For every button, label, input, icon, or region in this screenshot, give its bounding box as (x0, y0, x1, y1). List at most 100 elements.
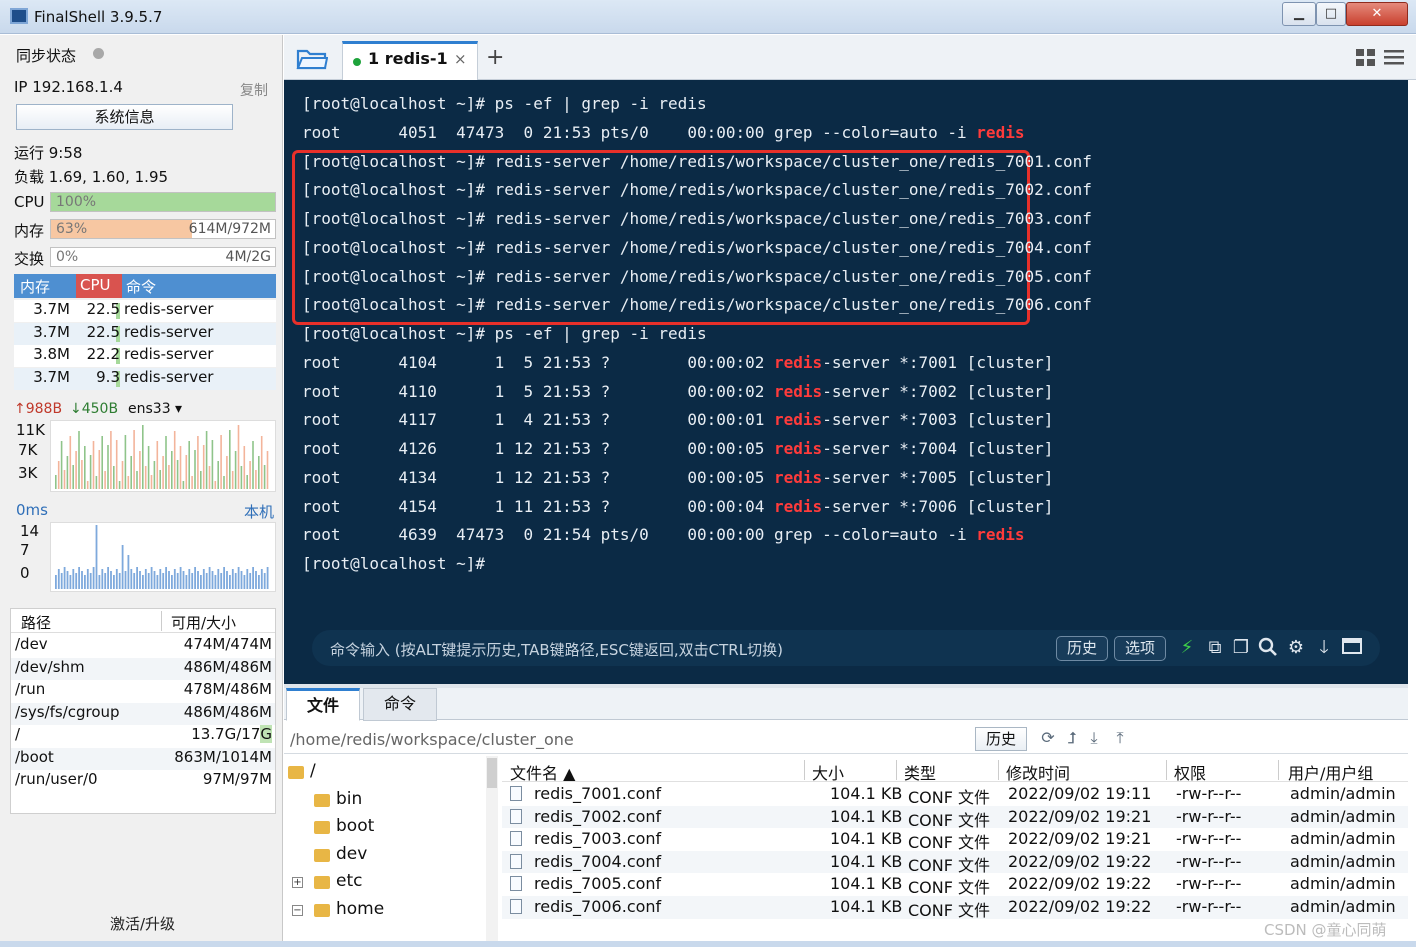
process-col-cmd[interactable]: 命令 (126, 276, 156, 297)
search-icon[interactable] (1257, 637, 1279, 659)
copy-icon[interactable]: ❐ (1230, 637, 1252, 659)
network-bar (243, 446, 246, 489)
file-row[interactable]: redis_7002.conf 104.1 KB CONF 文件 2022/09/02… (502, 805, 1408, 830)
add-tab-icon[interactable]: + (486, 45, 504, 70)
process-row[interactable]: 3.8M 22.2 redis-server (14, 345, 276, 367)
tab-close-icon[interactable]: × (454, 50, 467, 68)
disk-row[interactable]: /dev/shm 486M/486M (11, 657, 275, 680)
minimize-button[interactable]: ▁ (1282, 2, 1316, 26)
maximize-button[interactable]: □ (1316, 2, 1346, 26)
tree-node[interactable]: / (310, 761, 316, 781)
network-bar (60, 441, 63, 489)
network-bar (75, 451, 77, 489)
tree-node[interactable]: boot (336, 816, 374, 836)
terminal[interactable]: [root@localhost ~]# ps -ef | grep -i red… (284, 80, 1408, 684)
ping-bar (243, 575, 246, 589)
net-interface-select[interactable]: ens33 ▾ (128, 401, 182, 417)
process-row[interactable]: 3.7M 9.3 redis-server (14, 367, 276, 390)
tree-scrollbar-thumb[interactable] (487, 758, 497, 788)
col-permissions[interactable]: 权限 (1174, 760, 1206, 784)
disk-path: /sys/fs/cgroup (15, 702, 120, 721)
path-history-button[interactable]: 历史 (975, 727, 1027, 751)
download-arrow-icon[interactable]: 🡓 (1313, 637, 1335, 659)
terminal-text: [root@localhost ~]# redis-server /home/r… (302, 180, 1092, 200)
disk-row[interactable]: /sys/fs/cgroup 486M/486M (11, 702, 275, 725)
disk-row[interactable]: /boot 863M/1014M (11, 747, 275, 770)
tree-node[interactable]: home (336, 899, 384, 919)
process-command: redis-server (124, 345, 214, 363)
tree-node[interactable]: etc (336, 871, 362, 891)
tab-label[interactable]: 1 redis-1 (368, 49, 448, 68)
options-button[interactable]: 选项 (1114, 636, 1166, 661)
col-owner[interactable]: 用户/用户组 (1288, 760, 1373, 784)
disk-col-path[interactable]: 路径 (21, 612, 51, 633)
process-col-mem[interactable]: 内存 (20, 276, 50, 297)
file-row[interactable]: redis_7006.conf 104.1 KB CONF 文件 2022/09/02… (502, 896, 1408, 920)
process-col-cpu[interactable]: CPU (76, 274, 122, 298)
process-row[interactable]: 3.7M 22.5 redis-server (14, 300, 276, 322)
col-filename[interactable]: 文件名 ▲ (510, 760, 575, 784)
disk-col-size[interactable]: 可用/大小 (171, 612, 236, 633)
ping-bar (263, 573, 266, 589)
terminal-line: [root@localhost ~]# redis-server /home/r… (302, 234, 1092, 262)
file-row[interactable]: redis_7005.conf 104.1 KB CONF 文件 2022/09/02… (502, 873, 1408, 897)
download-icon[interactable]: ⤓ (1084, 728, 1104, 748)
network-bar (115, 440, 118, 489)
window-icon[interactable] (1341, 637, 1363, 659)
file-owner: admin/admin (1290, 851, 1396, 871)
col-modified[interactable]: 修改时间 (1006, 760, 1070, 784)
refresh-icon[interactable]: ⟳ (1038, 728, 1058, 748)
terminal-text: -server *:7006 [cluster] (822, 496, 1054, 516)
file-name: redis_7001.conf (534, 784, 662, 803)
network-bar (229, 430, 231, 489)
ping-graph-svg (55, 525, 269, 589)
activate-upgrade-link[interactable]: 激活/升级 (110, 913, 175, 934)
network-bar (153, 461, 156, 489)
file-row[interactable]: redis_7003.conf 104.1 KB CONF 文件 2022/09/02… (502, 828, 1408, 852)
tree-expander-icon[interactable]: + (292, 877, 303, 888)
file-manager-tabbar (284, 688, 1408, 720)
terminal-text: [root@localhost ~]# redis-server /home/r… (302, 209, 1092, 228)
network-bar (124, 435, 127, 489)
disk-row[interactable]: /run/user/0 97M/97M (11, 770, 275, 793)
folder-icon (288, 766, 304, 779)
file-row[interactable]: redis_7004.conf 104.1 KB CONF 文件 2022/09/02… (502, 850, 1408, 875)
command-input-placeholder[interactable]: 命令输入 (按ALT键提示历史,TAB键路径,ESC键返回,双击CTRL切换) (330, 639, 783, 660)
process-row[interactable]: 3.7M 22.5 redis-server (14, 322, 276, 345)
col-type[interactable]: 类型 (904, 760, 936, 784)
layout-grid-icon[interactable] (1356, 49, 1376, 67)
gear-icon[interactable]: ⚙ (1285, 637, 1307, 659)
lightning-icon[interactable]: ⚡ (1176, 637, 1198, 659)
path-input[interactable]: /home/redis/workspace/cluster_one (290, 730, 574, 749)
file-permissions: -rw-r--r-- (1176, 806, 1242, 826)
tree-node[interactable]: dev (336, 844, 367, 864)
menu-icon[interactable] (1384, 48, 1404, 66)
window-bottom-border (0, 941, 1416, 947)
cpu-meter: 100% (50, 192, 276, 212)
folder-icon[interactable] (296, 46, 329, 70)
net-download-rate[interactable]: ↓450B (70, 401, 118, 417)
col-separator (1278, 760, 1279, 780)
ping-bar (89, 573, 92, 589)
file-row[interactable]: redis_7001.conf 104.1 KB CONF 文件 2022/09/02… (502, 783, 1408, 807)
network-bar (252, 441, 254, 489)
tree-expander-icon[interactable]: − (292, 904, 303, 916)
system-info-button[interactable]: 系统信息 (16, 104, 233, 130)
ping-host[interactable]: 本机 (244, 501, 274, 522)
terminal-line: [root@localhost ~]# redis-server /home/r… (302, 176, 1092, 204)
tab-files[interactable]: 文件 (286, 688, 360, 721)
disk-row[interactable]: /run 478M/486M (11, 680, 275, 703)
tree-node[interactable]: bin (336, 789, 362, 809)
tab-commands[interactable]: 命令 (363, 688, 437, 721)
copy-ip-link[interactable]: 复制 (240, 80, 268, 100)
close-button[interactable]: ✕ (1346, 2, 1408, 26)
history-button[interactable]: 历史 (1056, 636, 1108, 661)
disk-row[interactable]: /dev 474M/474M (11, 635, 275, 658)
network-bar (101, 436, 103, 489)
up-directory-icon[interactable]: ⮥ (1062, 728, 1082, 748)
col-size[interactable]: 大小 (812, 760, 844, 784)
upload-icon[interactable]: ⤒ (1110, 728, 1130, 748)
link-icon[interactable]: ⧉ (1204, 637, 1226, 659)
disk-row[interactable]: / 13.7G/17G (11, 725, 275, 748)
ping-bar (200, 575, 202, 589)
